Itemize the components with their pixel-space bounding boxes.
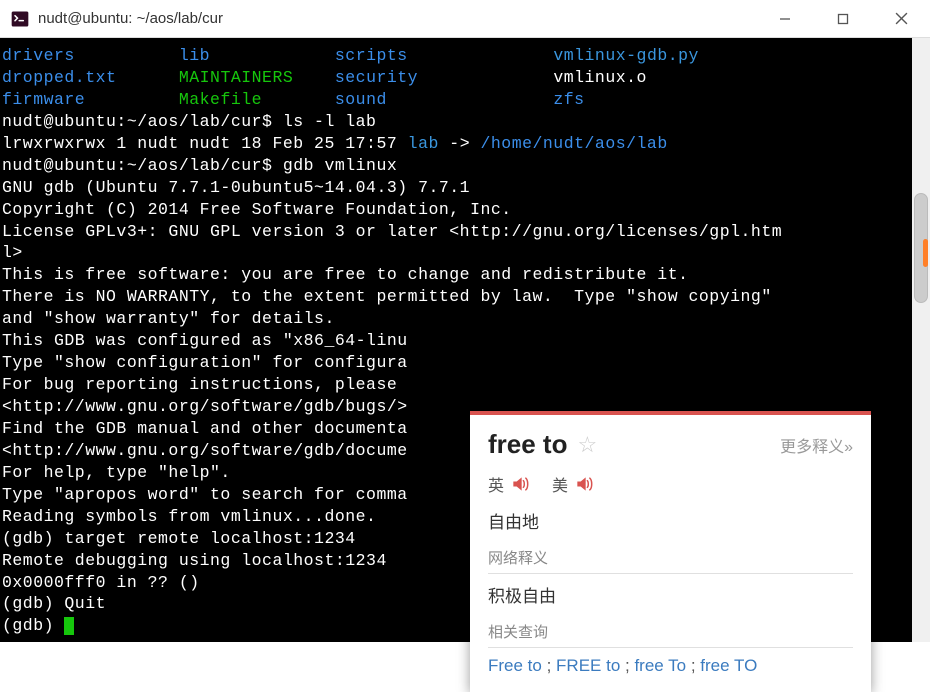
gdb-line: Remote debugging using localhost:1234 xyxy=(2,551,387,570)
maximize-button[interactable] xyxy=(814,0,872,37)
file-entry: vmlinux.o xyxy=(553,68,647,87)
gdb-line: This is free software: you are free to c… xyxy=(2,265,689,284)
related-link[interactable]: free To xyxy=(634,656,686,675)
gdb-line: and "show warranty" for details. xyxy=(2,309,335,328)
gdb-line: This GDB was configured as "x86_64-linu xyxy=(2,331,408,350)
window-controls xyxy=(756,0,930,37)
file-entry: dropped.txt xyxy=(2,68,116,87)
gdb-line: Find the GDB manual and other documenta xyxy=(2,419,408,438)
gdb-line: GNU gdb (Ubuntu 7.7.1-0ubuntu5~14.04.3) … xyxy=(2,178,470,197)
pron-us-label: 美 xyxy=(552,472,568,496)
prompt-line: nudt@ubuntu:~/aos/lab/cur$ ls -l lab xyxy=(2,112,376,131)
pron-uk-label: 英 xyxy=(488,472,504,496)
dir-entry: sound xyxy=(335,90,387,109)
gdb-line: Reading symbols from vmlinux...done. xyxy=(2,507,376,526)
gdb-line: (gdb) Quit xyxy=(2,594,106,613)
titlebar: nudt@ubuntu: ~/aos/lab/cur xyxy=(0,0,930,38)
scroll-thumb[interactable] xyxy=(914,193,928,303)
close-button[interactable] xyxy=(872,0,930,37)
dir-entry: lib xyxy=(179,46,210,65)
gdb-prompt: (gdb) xyxy=(2,616,64,635)
sep: ; xyxy=(686,656,700,675)
gdb-line: For help, type "help". xyxy=(2,463,231,482)
gdb-line: <http://www.gnu.org/software/gdb/bugs/> xyxy=(2,397,408,416)
dict-related-links: Free to ; FREE to ; free To ; free TO xyxy=(488,656,853,676)
terminal-icon xyxy=(10,9,30,29)
sep: ; xyxy=(542,656,556,675)
file-entry: vmlinux-gdb.py xyxy=(553,46,699,65)
scrollbar[interactable] xyxy=(912,38,930,642)
arrow: -> xyxy=(439,134,481,153)
more-link[interactable]: 更多释义» xyxy=(780,433,853,457)
dict-net-label: 网络释义 xyxy=(488,547,853,574)
speaker-icon[interactable] xyxy=(574,474,594,494)
file-entry: Makefile xyxy=(179,90,262,109)
dir-entry: security xyxy=(335,68,418,87)
cursor xyxy=(64,617,74,635)
star-icon[interactable]: ☆ xyxy=(577,432,597,458)
gdb-line: There is NO WARRANTY, to the extent perm… xyxy=(2,287,772,306)
pron-uk[interactable]: 英 xyxy=(488,472,530,496)
file-entry: MAINTAINERS xyxy=(179,68,293,87)
dict-pronunciation: 英 美 xyxy=(488,472,853,496)
minimize-button[interactable] xyxy=(756,0,814,37)
dict-net-def: 积极自由 xyxy=(488,582,853,607)
gdb-line: (gdb) target remote localhost:1234 xyxy=(2,529,356,548)
prompt-line: nudt@ubuntu:~/aos/lab/cur$ gdb vmlinux xyxy=(2,156,397,175)
dict-related-label: 相关查询 xyxy=(488,621,853,648)
pron-us[interactable]: 美 xyxy=(552,472,594,496)
terminal-container: drivers lib scripts vmlinux-gdb.py dropp… xyxy=(0,38,930,642)
symlink-target: /home/nudt/aos/lab xyxy=(481,134,668,153)
dictionary-popup: free to ☆ 更多释义» 英 美 自由地 网络释义 积极自由 相关查询 F… xyxy=(470,411,871,692)
gdb-line: Type "show configuration" for configura xyxy=(2,353,408,372)
gdb-line: 0x0000fff0 in ?? () xyxy=(2,573,200,592)
gdb-line: For bug reporting instructions, please xyxy=(2,375,408,394)
dict-word: free to xyxy=(488,429,567,460)
gdb-line: License GPLv3+: GNU GPL version 3 or lat… xyxy=(2,222,782,241)
window-title: nudt@ubuntu: ~/aos/lab/cur xyxy=(38,10,756,27)
related-link[interactable]: Free to xyxy=(488,656,542,675)
related-link[interactable]: free TO xyxy=(700,656,757,675)
gdb-line: l> xyxy=(2,243,23,262)
speaker-icon[interactable] xyxy=(510,474,530,494)
dir-entry: scripts xyxy=(335,46,408,65)
dir-entry: firmware xyxy=(2,90,85,109)
dir-entry: drivers xyxy=(2,46,75,65)
dict-definition: 自由地 xyxy=(488,508,853,533)
dict-header: free to ☆ 更多释义» xyxy=(488,429,853,460)
dir-entry: zfs xyxy=(553,90,584,109)
symlink-name: lab xyxy=(408,134,439,153)
related-link[interactable]: FREE to xyxy=(556,656,620,675)
gdb-line: <http://www.gnu.org/software/gdb/docume xyxy=(2,441,408,460)
sep: ; xyxy=(620,656,634,675)
gdb-line: Copyright (C) 2014 Free Software Foundat… xyxy=(2,200,512,219)
gdb-line: Type "apropos word" to search for comma xyxy=(2,485,408,504)
ls-output: lrwxrwxrwx 1 nudt nudt 18 Feb 25 17:57 xyxy=(2,134,408,153)
